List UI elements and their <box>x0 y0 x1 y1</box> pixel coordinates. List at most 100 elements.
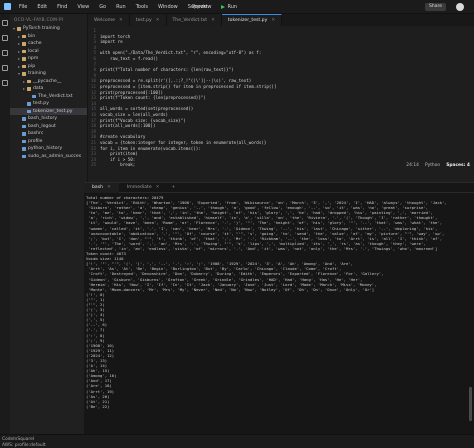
close-icon[interactable]: ✕ <box>156 183 160 193</box>
tree-folder[interactable]: ▸ data <box>10 85 87 93</box>
tree-folder[interactable]: ▸ __pycache__ <box>10 78 87 86</box>
status-aws-profile[interactable]: AWS: profile:default <box>2 443 46 448</box>
tab-label: tokenizer_test.py <box>227 18 268 23</box>
file-icon <box>22 139 26 143</box>
app-logo-icon[interactable] <box>0 0 14 14</box>
terminal-output[interactable]: Total number of characters: 20479 ['The',… <box>86 195 464 433</box>
tree-file[interactable]: test.py <box>10 100 87 108</box>
tree-folder[interactable]: ▾ training <box>10 70 87 78</box>
tree-item-label: training <box>28 71 46 76</box>
tree-file[interactable]: The_Verdict.txt <box>10 93 87 101</box>
tree-file[interactable]: tokenizer_test.py <box>10 107 87 115</box>
editor-tabs: Welcome ✕ test.py ✕ The_Verdict.txt ✕ to… <box>88 14 474 26</box>
menu-find[interactable]: Find <box>52 4 72 10</box>
tree-folder[interactable]: ▸ bin <box>10 33 87 41</box>
folder-icon <box>22 42 26 46</box>
line-number: 25 <box>90 162 96 168</box>
tree-item-label: PyTorch training <box>23 26 60 31</box>
tab-label: Welcome <box>94 17 116 23</box>
tree-folder[interactable]: ▾ PyTorch training <box>10 25 87 33</box>
run-button[interactable]: Run <box>221 4 237 10</box>
file-icon <box>22 154 26 158</box>
tree-item-label: data <box>33 86 44 91</box>
close-icon[interactable]: ✕ <box>271 18 275 23</box>
menu-bar: File Edit Find View Go Run Tools Window … <box>0 0 474 14</box>
debug-icon[interactable] <box>2 80 8 86</box>
activity-bar <box>0 14 10 434</box>
language-mode[interactable]: Python <box>425 163 440 168</box>
folder-icon <box>17 27 21 31</box>
close-icon[interactable]: ✕ <box>107 183 111 193</box>
tree-item-label: tokenizer_test.py <box>33 108 73 114</box>
file-icon <box>22 147 26 151</box>
code-editor[interactable]: 1 2 import torch 3 import re 4 5 with open("./D… <box>88 26 474 170</box>
status-user[interactable]: CodeInSquareI <box>2 437 34 442</box>
tree-file[interactable]: sudo_as_admin_succes <box>10 153 87 161</box>
tree-item-label: sudo_as_admin_succes <box>28 153 82 159</box>
search-icon[interactable] <box>2 35 8 41</box>
aws-icon[interactable] <box>2 65 8 71</box>
menu-window[interactable]: Window <box>153 4 183 10</box>
add-terminal-icon[interactable]: + <box>168 185 180 190</box>
tab-label: Immediate <box>126 184 152 190</box>
panel-tabs: bash ✕ Immediate ✕ + <box>84 182 474 193</box>
menu-view[interactable]: View <box>72 4 94 10</box>
share-button[interactable]: Share <box>425 3 446 11</box>
file-icon <box>22 124 26 128</box>
tab-the-verdict-txt[interactable]: The_Verdict.txt ✕ <box>166 14 222 26</box>
menu-edit[interactable]: Edit <box>32 4 52 10</box>
file-icon <box>27 102 31 106</box>
close-icon[interactable]: ✕ <box>156 18 160 23</box>
folder-icon <box>22 64 26 68</box>
explorer-icon[interactable] <box>2 20 8 26</box>
tab-bash[interactable]: bash ✕ <box>84 182 119 193</box>
tab-welcome[interactable]: Welcome ✕ <box>88 14 130 26</box>
editor-status: 24:14 Python Spaces: 4 <box>406 163 470 168</box>
terminal-scrollbar[interactable] <box>469 387 472 421</box>
indentation-setting[interactable]: Spaces: 4 <box>446 163 470 168</box>
folder-icon <box>22 72 26 76</box>
tree-item-label: local <box>28 48 39 54</box>
folder-icon <box>22 57 26 61</box>
cursor-position[interactable]: 24:14 <box>406 163 419 168</box>
folder-icon <box>22 49 26 53</box>
file-icon <box>22 132 26 136</box>
tree-item-label: bash_history <box>28 116 58 121</box>
tree-folder[interactable]: ▸ local <box>10 48 87 56</box>
tree-item-label: bin <box>28 33 36 39</box>
folder-icon <box>22 34 26 38</box>
tree-item-label: bashrc <box>28 131 44 136</box>
file-icon <box>27 109 31 113</box>
menu-file[interactable]: File <box>14 4 32 10</box>
tree-file[interactable]: bashrc <box>10 130 87 138</box>
tree-item-label: test.py <box>33 101 49 106</box>
terminal-line: 'unaccountable', 'abdication', '.', '"',… <box>86 230 445 236</box>
folder-icon <box>27 87 31 91</box>
tree-folder[interactable]: ▸ cache <box>10 40 87 48</box>
source-control-icon[interactable] <box>2 50 8 56</box>
tree-file[interactable]: python_history <box>10 145 87 153</box>
menu-go[interactable]: Go <box>94 4 111 10</box>
menu-tools[interactable]: Tools <box>131 4 153 10</box>
tab-label: bash <box>92 184 104 190</box>
file-explorer: OCO-VL-FAYB.COM-PI ▾ PyTorch training ▸ bin… <box>10 14 88 434</box>
close-icon[interactable]: ✕ <box>211 18 215 23</box>
tree-file[interactable]: bash_logout <box>10 123 87 131</box>
tab-test-py[interactable]: test.py ✕ <box>129 14 167 26</box>
tree-folder[interactable]: ▸ npm <box>10 55 87 63</box>
tab-tokenizer-test-py[interactable]: tokenizer_test.py ✕ <box>221 14 283 26</box>
code-text: break; <box>100 162 136 168</box>
tab-label: test.py <box>135 17 152 23</box>
run-label: Run <box>227 3 238 10</box>
tree-file[interactable]: profile <box>10 138 87 146</box>
tab-immediate[interactable]: Immediate ✕ <box>119 183 168 193</box>
terminal-panel: bash ✕ Immediate ✕ + Total number of cha… <box>84 182 474 434</box>
terminal-line: 'women', 'called', 'it', '.', 'I', 'can'… <box>86 225 438 231</box>
avatar[interactable] <box>456 3 464 11</box>
tree-item-label: bash_logout <box>28 123 56 129</box>
tree-folder[interactable]: ▸ pip <box>10 63 87 71</box>
close-icon[interactable]: ✕ <box>119 18 123 23</box>
preview-button[interactable]: Preview <box>192 4 211 10</box>
menu-run[interactable]: Run <box>111 4 131 10</box>
tree-file[interactable]: bash_history <box>10 115 87 123</box>
